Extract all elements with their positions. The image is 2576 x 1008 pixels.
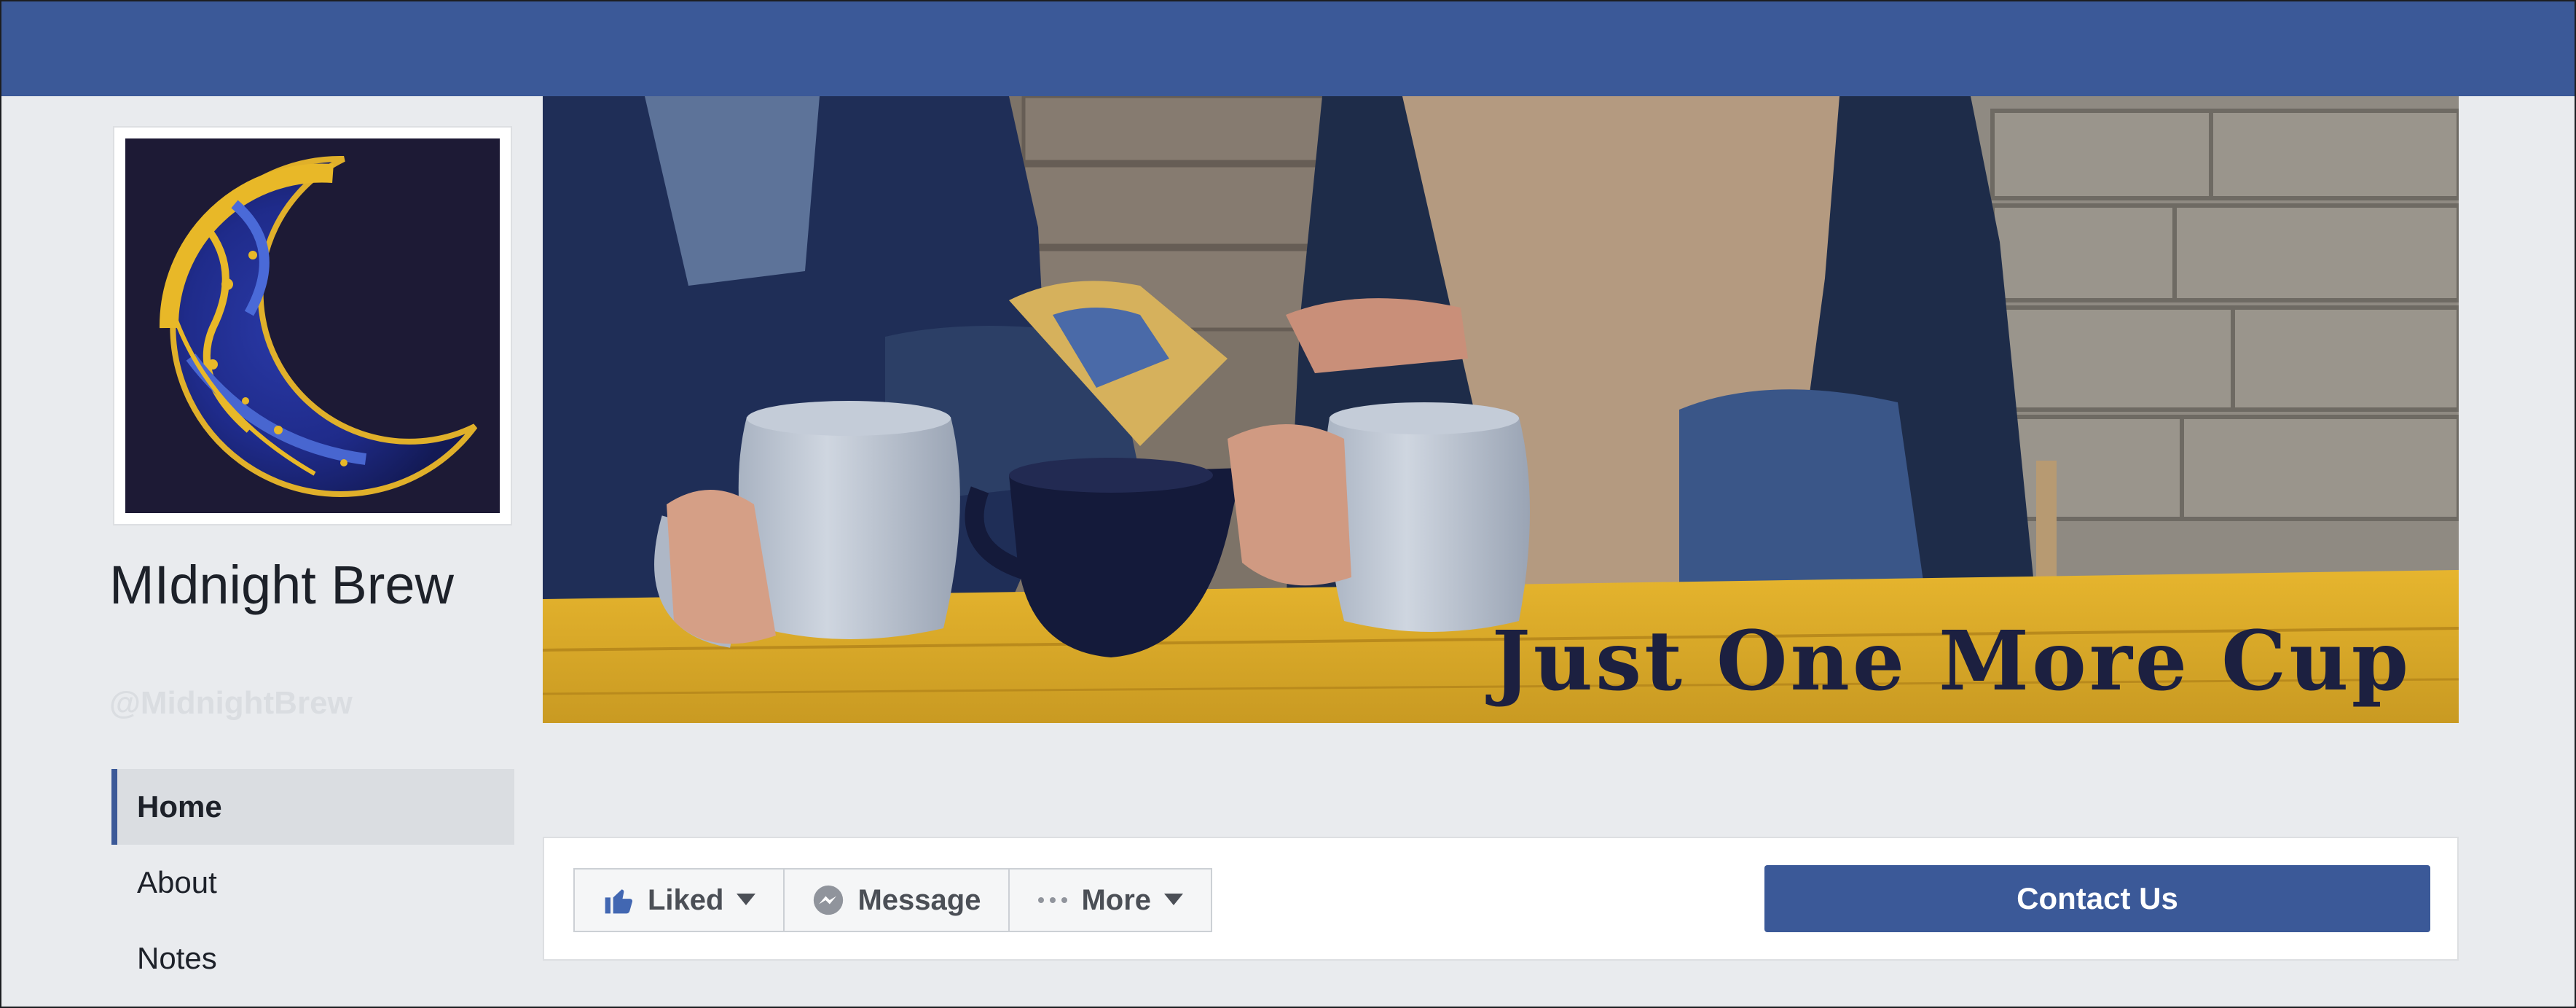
more-button[interactable]: More [1008, 868, 1213, 932]
cover-photo[interactable]: Just One More Cup [543, 96, 2459, 723]
top-navigation-bar [0, 0, 2576, 96]
page-navigation: Home About Notes [111, 769, 514, 996]
profile-picture[interactable] [113, 126, 512, 526]
more-label: More [1081, 883, 1152, 916]
message-button[interactable]: Message [783, 868, 1010, 932]
thumbs-up-icon [602, 884, 635, 916]
nav-item-about[interactable]: About [111, 845, 514, 921]
action-button-group: Liked Message More [573, 868, 1213, 932]
message-label: Message [857, 883, 981, 916]
nav-item-notes[interactable]: Notes [111, 921, 514, 996]
nav-item-home[interactable]: Home [111, 769, 514, 845]
page-name: MIdnight Brew [109, 555, 454, 615]
cover-tagline: Just One More Cup [1491, 614, 2411, 709]
chevron-down-icon [737, 894, 756, 907]
page-handle[interactable]: @MidnightBrew [109, 685, 353, 722]
contact-us-button[interactable]: Contact Us [1764, 865, 2430, 932]
crescent-moon-logo-icon [125, 138, 500, 513]
page-action-bar: Liked Message More Contact Us [543, 837, 2459, 961]
liked-button[interactable]: Liked [573, 868, 785, 932]
liked-label: Liked [648, 883, 724, 916]
messenger-icon [812, 884, 844, 916]
ellipsis-icon [1037, 896, 1068, 905]
chevron-down-icon [1164, 894, 1184, 907]
